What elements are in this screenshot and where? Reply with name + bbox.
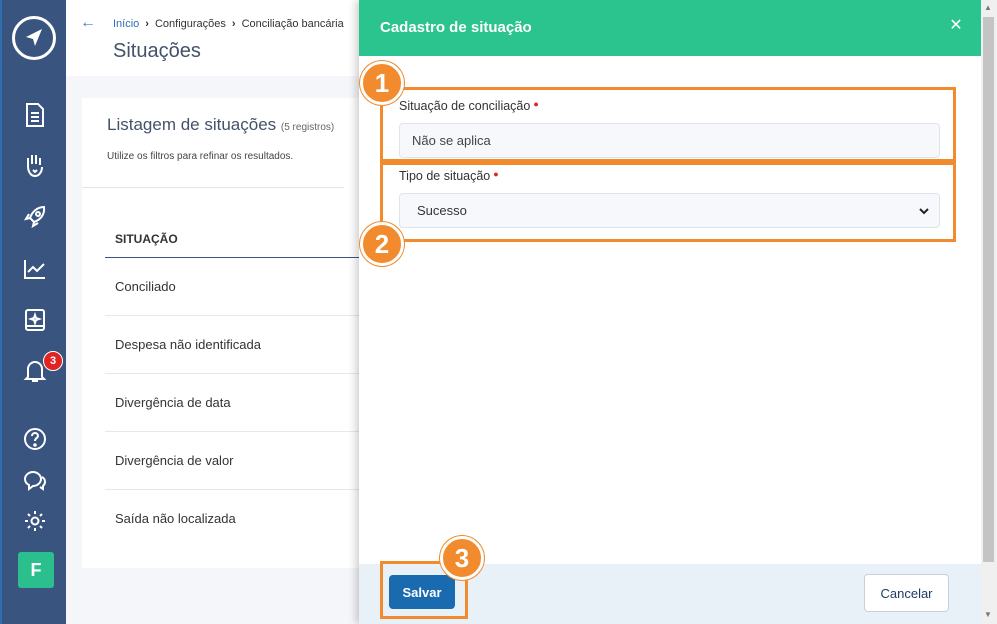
scroll-down-icon[interactable]: ▼ bbox=[984, 610, 992, 619]
annotation-marker-3: 3 bbox=[440, 536, 484, 580]
table-row[interactable]: Saída não localizada bbox=[105, 490, 360, 548]
hand-heart-icon[interactable] bbox=[20, 150, 50, 180]
scrollbar-thumb[interactable] bbox=[983, 17, 994, 562]
divider bbox=[82, 187, 344, 188]
table-row[interactable]: Despesa não identificada bbox=[105, 316, 360, 374]
column-header-situacao[interactable]: SITUAÇÃO bbox=[115, 232, 178, 246]
close-icon[interactable]: ✕ bbox=[948, 18, 964, 34]
modal-header: Cadastro de situação ✕ bbox=[359, 0, 981, 56]
row-label: Divergência de data bbox=[115, 395, 231, 410]
chat-icon[interactable] bbox=[20, 465, 50, 495]
document-icon[interactable] bbox=[20, 100, 50, 130]
list-title: Listagem de situações (5 registros) bbox=[107, 115, 334, 135]
cancel-button[interactable]: Cancelar bbox=[864, 574, 949, 612]
breadcrumb-home[interactable]: Início bbox=[113, 18, 139, 30]
annotation-box-2 bbox=[380, 162, 956, 242]
book-sparkle-icon[interactable] bbox=[20, 305, 50, 335]
breadcrumb: Início › Configurações › Conciliação bancári… bbox=[113, 18, 344, 30]
scroll-up-icon[interactable]: ▲ bbox=[984, 3, 992, 12]
breadcrumb-conciliacao[interactable]: Conciliação bancária bbox=[242, 18, 344, 30]
row-label: Despesa não identificada bbox=[115, 337, 261, 352]
annotation-marker-1: 1 bbox=[360, 61, 404, 105]
page-title: Situações bbox=[113, 40, 201, 62]
logo-icon[interactable] bbox=[12, 16, 56, 60]
table-row[interactable]: Conciliado bbox=[105, 258, 360, 316]
avatar[interactable]: F bbox=[18, 552, 54, 588]
row-label: Divergência de valor bbox=[115, 453, 234, 468]
help-icon[interactable] bbox=[20, 424, 50, 454]
annotation-marker-2: 2 bbox=[360, 222, 404, 266]
table-row[interactable]: Divergência de valor bbox=[105, 432, 360, 490]
chart-trend-icon[interactable] bbox=[20, 254, 50, 284]
modal-title: Cadastro de situação bbox=[380, 19, 532, 36]
sidebar: 3 F bbox=[0, 0, 66, 624]
gear-icon[interactable] bbox=[20, 506, 50, 536]
row-label: Conciliado bbox=[115, 279, 176, 294]
rocket-icon[interactable] bbox=[20, 202, 50, 232]
notification-badge: 3 bbox=[43, 351, 63, 371]
table-row[interactable]: Divergência de data bbox=[105, 374, 360, 432]
back-arrow-icon[interactable]: ← bbox=[80, 14, 96, 32]
list-subtitle: Utilize os filtros para refinar os resul… bbox=[107, 151, 294, 162]
annotation-box-1 bbox=[380, 87, 956, 162]
row-label: Saída não localizada bbox=[115, 511, 236, 526]
breadcrumb-configuracoes[interactable]: Configurações bbox=[155, 18, 226, 30]
list-title-text: Listagem de situações bbox=[107, 115, 277, 134]
list-count: (5 registros) bbox=[280, 122, 335, 133]
